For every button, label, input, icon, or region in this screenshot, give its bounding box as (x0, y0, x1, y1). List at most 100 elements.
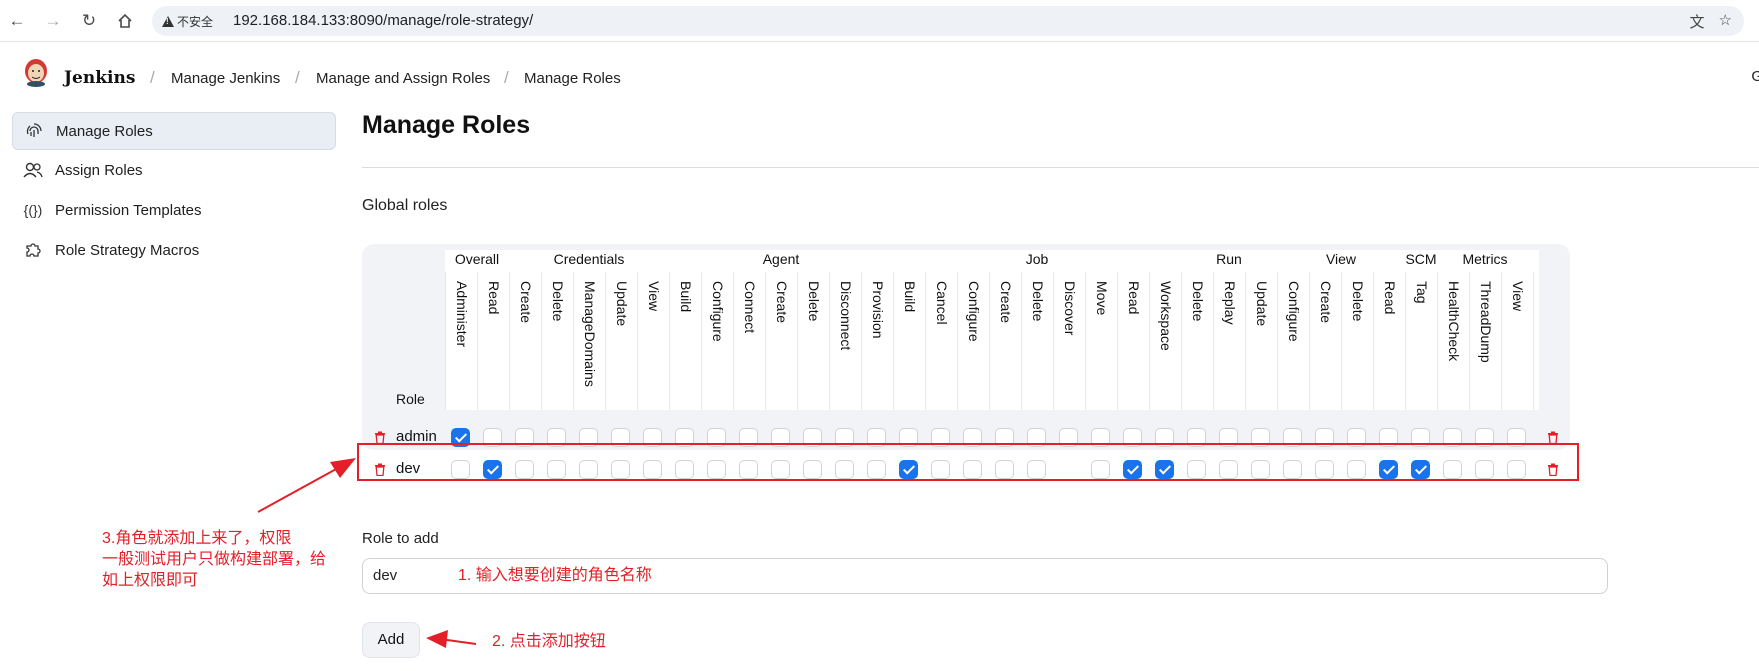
permission-column-header: View (1501, 281, 1533, 401)
permission-label: Tag (1414, 281, 1430, 304)
permission-label: Connect (742, 281, 758, 334)
jenkins-brand[interactable]: Jenkins (64, 68, 135, 88)
permission-column-header: Configure (957, 281, 989, 401)
users-icon (22, 159, 44, 181)
permission-label: View (1510, 281, 1526, 312)
annotation-arrow-line (439, 638, 477, 645)
permission-column-header: Administer (445, 281, 477, 401)
sidebar-item-label: Permission Templates (55, 201, 202, 219)
permission-label: Read (1126, 281, 1142, 315)
permission-label: Disconnect (838, 281, 854, 351)
annotation-result-line: 如上权限即可 (102, 572, 199, 589)
permission-label: Discover (1062, 281, 1078, 336)
section-title: Global roles (362, 197, 448, 214)
header-right-partial[interactable]: G (1751, 68, 1759, 85)
annotation-highlight-box (357, 443, 1579, 481)
breadcrumb-separator: / (150, 68, 155, 87)
sidebar-item-assign-roles[interactable]: Assign Roles (12, 152, 334, 188)
annotation-button-note: 2. 点击添加按钮 (492, 633, 606, 650)
jenkins-logo-icon[interactable] (22, 57, 50, 87)
sidebar-item-role-strategy-macros[interactable]: Role Strategy Macros (12, 232, 334, 268)
warning-icon (162, 16, 174, 27)
reload-icon[interactable]: ↻ (78, 10, 100, 32)
permission-column-header: Delete (1181, 281, 1213, 401)
breadcrumb-manage-roles[interactable]: Manage Roles (524, 70, 621, 87)
permission-label: Configure (1286, 281, 1302, 342)
add-button[interactable]: Add (362, 622, 420, 658)
permission-column-header: Move (1085, 281, 1117, 401)
permission-label: View (646, 281, 662, 312)
sidebar-item-label: Assign Roles (55, 161, 143, 179)
home-icon[interactable] (114, 10, 136, 32)
permission-label: Delete (806, 281, 822, 322)
back-icon[interactable]: ← (6, 10, 28, 32)
permission-column-header: Configure (701, 281, 733, 401)
role-column-header: Role (396, 391, 425, 407)
permission-column-header: ManageDomains (573, 281, 605, 401)
sidebar-item-manage-roles[interactable]: Manage Roles (12, 112, 336, 150)
permission-group-header: Credentials (553, 251, 625, 267)
permission-column-header: Workspace (1149, 281, 1181, 401)
security-warning[interactable]: 不安全 (162, 13, 213, 30)
permission-column-header: Provision (861, 281, 893, 401)
annotation-result-line: 一般测试用户只做构建部署，给 (102, 551, 327, 568)
permission-group-header: Overall (454, 251, 500, 267)
permission-label: Create (998, 281, 1014, 324)
permission-label: Cancel (934, 281, 950, 325)
annotation-input-note: 1. 输入想要创建的角色名称 (458, 567, 652, 584)
fingerprint-icon (23, 120, 45, 142)
permission-column-header: Create (765, 281, 797, 401)
security-label: 不安全 (177, 15, 214, 29)
permission-column-header: Discover (1053, 281, 1085, 401)
permission-column-header: Build (893, 281, 925, 401)
page-title: Manage Roles (362, 111, 531, 139)
annotation-result-line: 3.角色就添加上来了，权限 (102, 530, 292, 547)
permission-label: Delete (1190, 281, 1206, 322)
translate-icon[interactable]: 文 (1690, 11, 1705, 32)
permission-label: Read (1382, 281, 1398, 315)
permission-column-header: Delete (541, 281, 573, 401)
permission-label: Configure (966, 281, 982, 342)
permission-label: Administer (454, 281, 470, 348)
permission-group-header: View (1325, 251, 1357, 267)
sidebar-item-label: Role Strategy Macros (55, 241, 200, 259)
permission-label: Configure (710, 281, 726, 342)
puzzle-icon (22, 239, 44, 261)
permission-column-header: Delete (1021, 281, 1053, 401)
permission-column-header: Replay (1213, 281, 1245, 401)
permission-column-header: Create (1309, 281, 1341, 401)
permission-label: Workspace (1158, 281, 1174, 351)
sidebar-item-permission-templates[interactable]: {(}) Permission Templates (12, 192, 334, 228)
permission-label: Provision (870, 281, 886, 339)
permission-column-header: Create (509, 281, 541, 401)
column-divider (1533, 272, 1534, 410)
permission-column-header: Tag (1405, 281, 1437, 401)
permission-label: ThreadDump (1478, 281, 1494, 363)
browser-toolbar: ← → ↻ 不安全 192.168.184.133:8090/manage/ro… (0, 0, 1759, 42)
divider (362, 167, 1759, 168)
permission-label: Create (774, 281, 790, 324)
permission-label: HealthCheck (1446, 281, 1462, 362)
permission-column-header: ThreadDump (1469, 281, 1501, 401)
permission-column-header: Read (477, 281, 509, 401)
url-text[interactable]: 192.168.184.133:8090/manage/role-strateg… (233, 12, 533, 29)
permission-column-header: Update (605, 281, 637, 401)
bookmark-star-icon[interactable]: ☆ (1719, 11, 1732, 32)
breadcrumb-manage-assign-roles[interactable]: Manage and Assign Roles (316, 70, 490, 87)
permission-column-header: Delete (1341, 281, 1373, 401)
permission-label: ManageDomains (582, 281, 598, 387)
permission-label: Build (678, 281, 694, 313)
permission-group-header: Job (1025, 251, 1049, 267)
permission-column-header: Configure (1277, 281, 1309, 401)
permission-column-header: Disconnect (829, 281, 861, 401)
annotation-result-note: 3.角色就添加上来了，权限 一般测试用户只做构建部署，给 如上权限即可 (102, 528, 326, 591)
forward-icon[interactable]: → (42, 10, 64, 32)
permission-label: Update (1254, 281, 1270, 327)
permission-column-header: Read (1373, 281, 1405, 401)
breadcrumb-manage-jenkins[interactable]: Manage Jenkins (171, 70, 280, 87)
permission-group-header: Run (1216, 251, 1242, 267)
permission-label: Delete (550, 281, 566, 322)
address-bar[interactable]: 不安全 192.168.184.133:8090/manage/role-str… (152, 6, 1744, 36)
annotation-arrow-head (426, 630, 448, 648)
braces-icon: {(}) (23, 202, 43, 218)
